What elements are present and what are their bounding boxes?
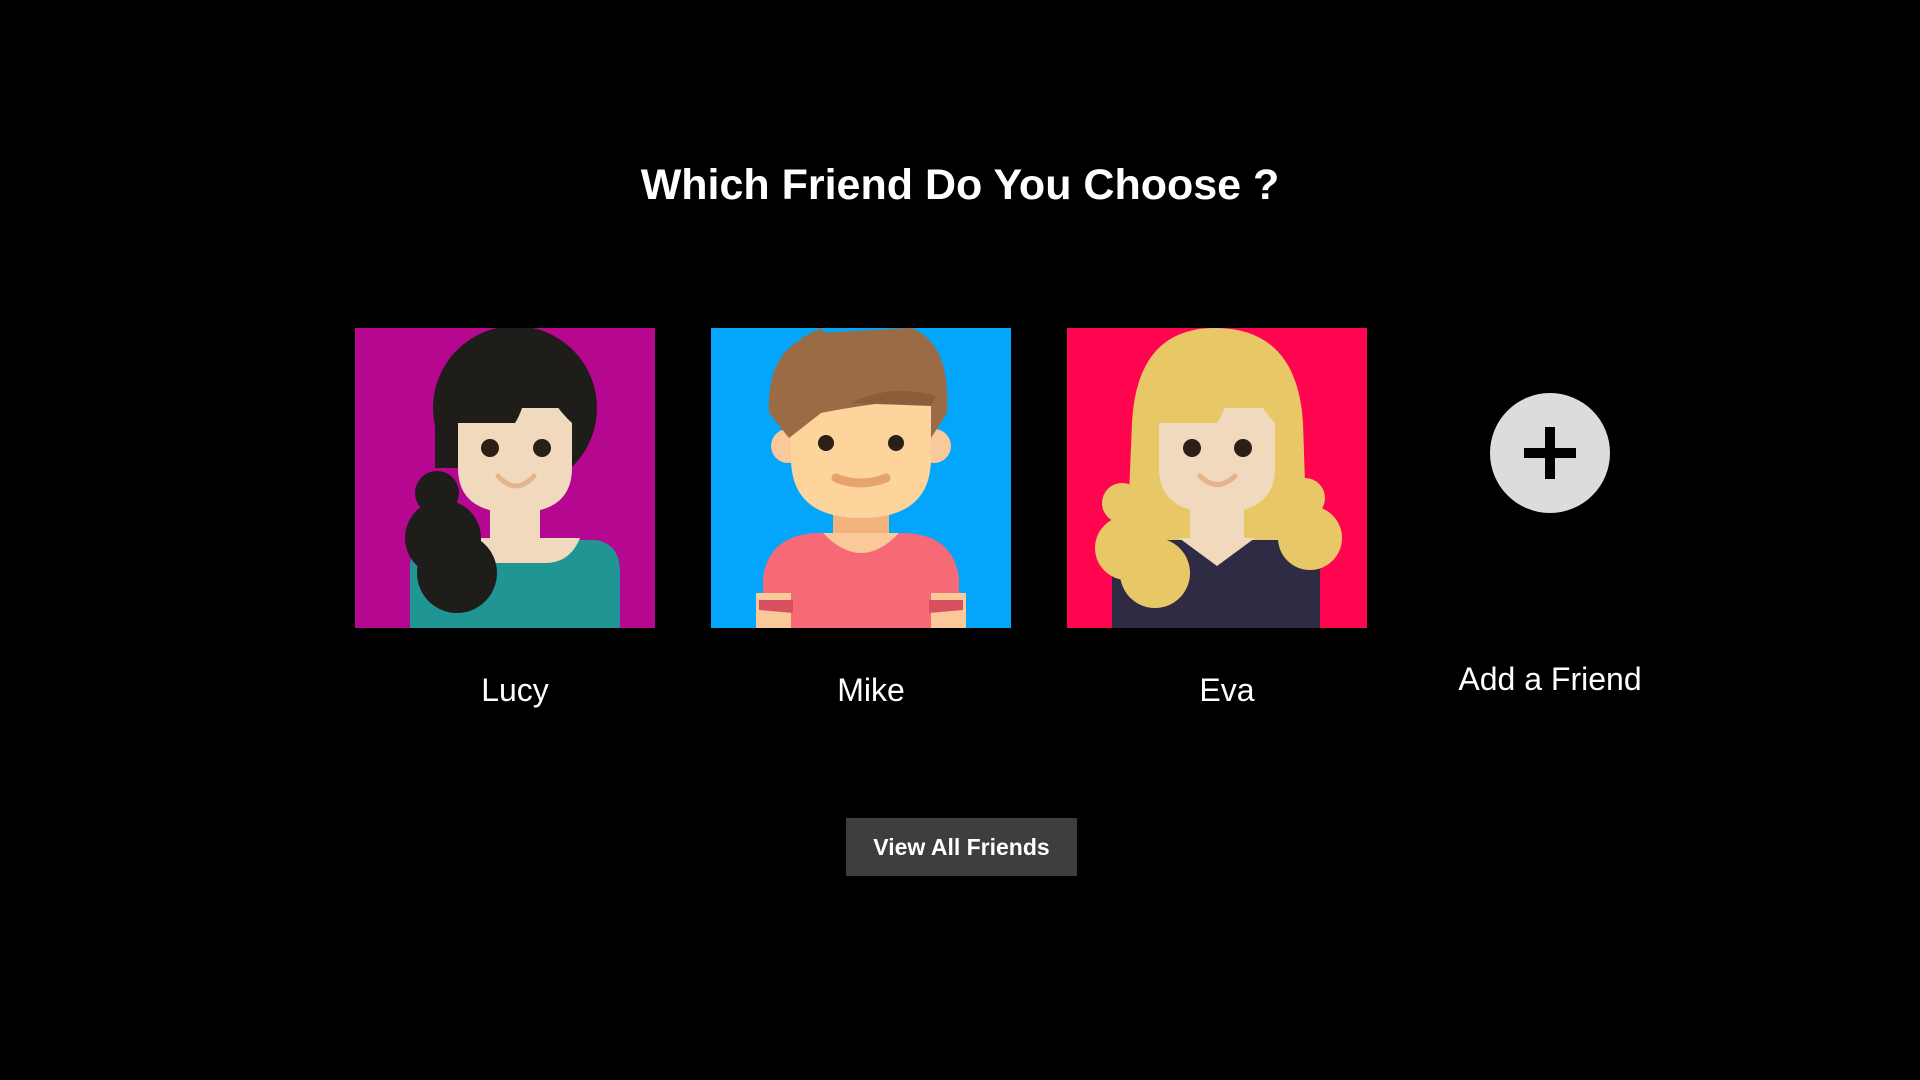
avatar-lucy[interactable]: [355, 328, 655, 628]
friend-card-mike[interactable]: Mike: [711, 328, 1011, 708]
avatar-mike[interactable]: [711, 328, 1011, 628]
avatar-eva[interactable]: [1067, 328, 1367, 628]
friend-name[interactable]: Lucy: [355, 670, 675, 710]
avatar-mike-illustration: [711, 328, 1011, 628]
page-title: Which Friend Do You Choose ?: [640, 161, 1280, 209]
add-friend-card[interactable]: Add a Friend: [1458, 393, 1642, 697]
friend-name[interactable]: Eva: [1067, 670, 1387, 710]
plus-icon: [1524, 427, 1576, 479]
avatar-lucy-illustration: [355, 328, 655, 628]
friend-name[interactable]: Mike: [711, 670, 1031, 710]
friend-card-eva[interactable]: Eva: [1067, 328, 1367, 708]
friend-card-lucy[interactable]: Lucy: [355, 328, 655, 708]
add-friend-label[interactable]: Add a Friend: [1420, 659, 1680, 699]
view-all-friends-button[interactable]: View All Friends: [846, 818, 1077, 876]
avatar-eva-illustration: [1067, 328, 1367, 628]
add-friend-button[interactable]: [1490, 393, 1610, 513]
friend-chooser-screen: Which Friend Do You Choose ? Lucy Mike E…: [0, 0, 1920, 1080]
